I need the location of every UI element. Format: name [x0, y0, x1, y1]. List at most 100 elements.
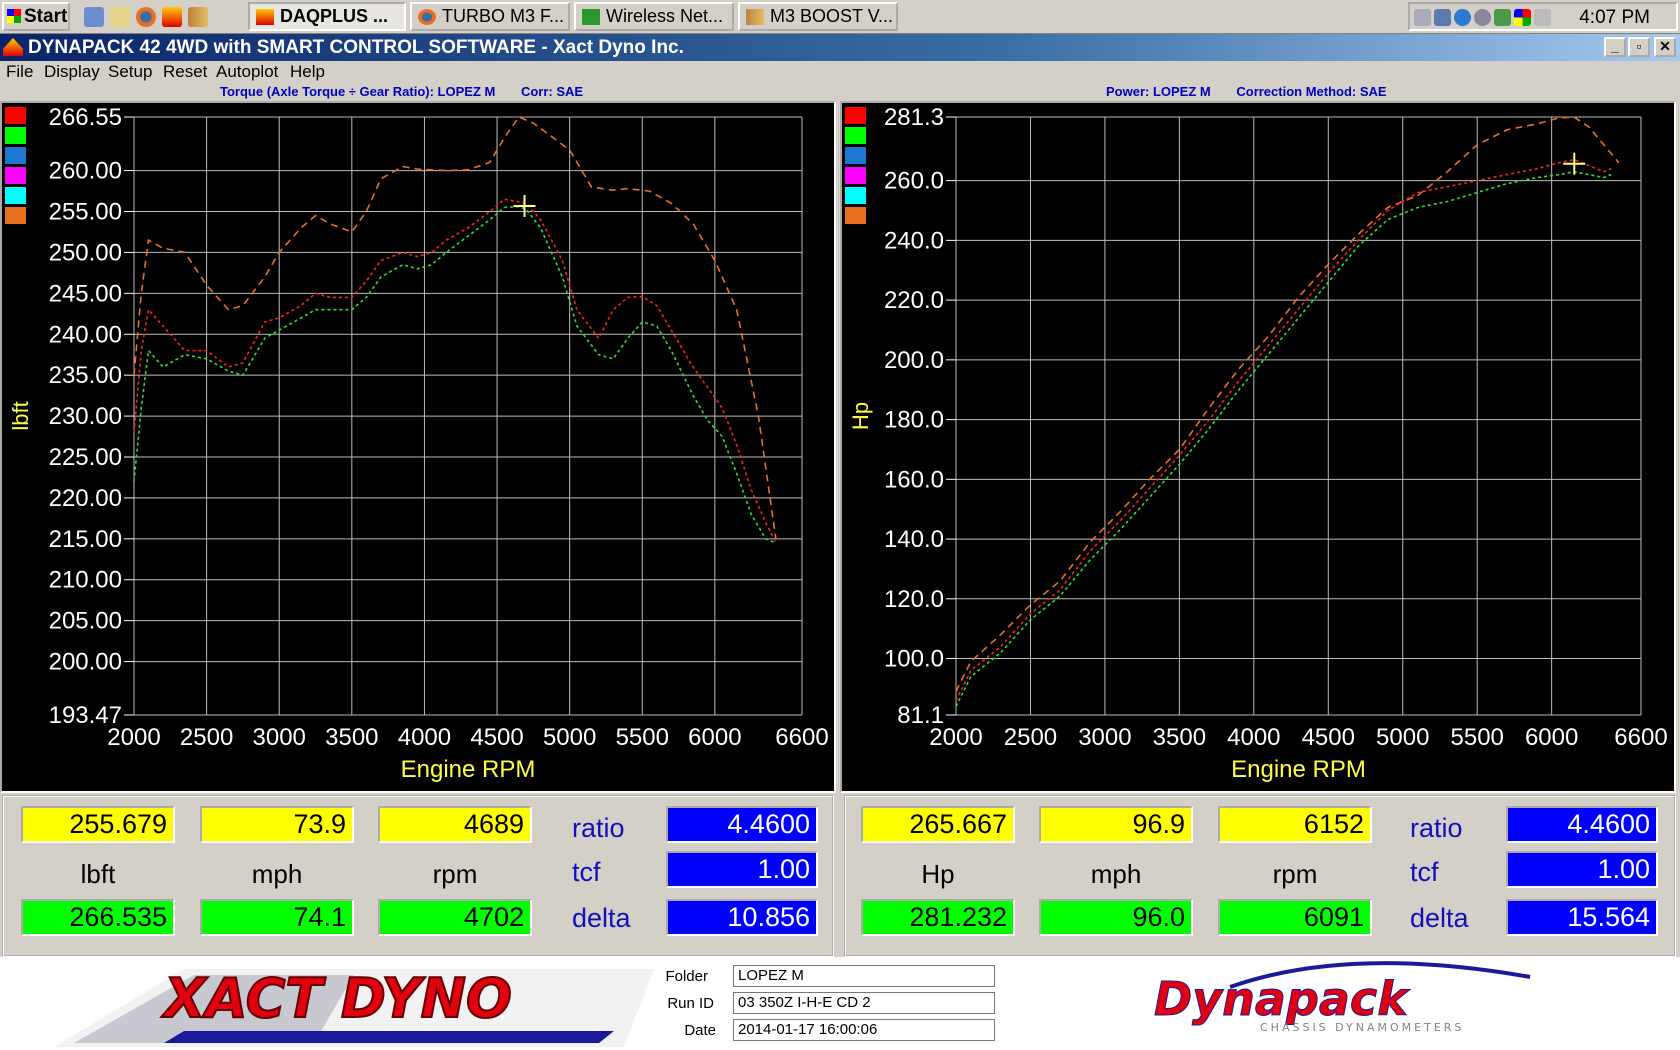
menu-help[interactable]: Help — [290, 62, 325, 82]
x-tick-label: 4000 — [1227, 724, 1280, 751]
current-rpm-value: 6152 — [1218, 806, 1372, 843]
x-axis-label: Engine RPM — [401, 756, 536, 783]
shield-icon[interactable] — [1494, 9, 1511, 26]
y-tick-label: 281.3 — [884, 104, 944, 131]
menu-autoplot[interactable]: Autoplot — [216, 62, 278, 82]
monitor-icon[interactable] — [1434, 9, 1451, 26]
show-desktop-icon[interactable] — [84, 7, 104, 27]
peak-rpm-value: 6091 — [1218, 899, 1372, 936]
x-tick-label: 6600 — [775, 724, 828, 751]
y-tick-label: 230.00 — [49, 403, 122, 430]
x-tick-label: 5500 — [1451, 724, 1504, 751]
peak-mph-value: 74.1 — [200, 899, 354, 936]
date-field[interactable]: 2014-01-17 16:00:06 — [733, 1019, 995, 1041]
power-chart-title: Power: LOPEZ M — [1106, 84, 1211, 99]
volume-icon[interactable] — [1534, 9, 1551, 26]
firefox-icon[interactable] — [136, 7, 156, 27]
taskbar: Start DAQPLUS ... TURBO M3 F... Wireless… — [0, 0, 1680, 34]
hp-unit-label: Hp — [921, 859, 955, 889]
tcf-label: tcf — [572, 857, 601, 887]
dyno-tool-icon[interactable] — [188, 7, 208, 27]
y-axis-label: Hp — [848, 402, 873, 430]
swatch-cyan[interactable] — [5, 187, 26, 204]
y-tick-label: 245.00 — [49, 280, 122, 307]
torque-unit-label: lbft — [80, 859, 116, 889]
mph-unit-label: mph — [1090, 859, 1142, 889]
flag-icon[interactable] — [1514, 9, 1531, 26]
rpm-unit-label: rpm — [1272, 859, 1318, 889]
printer-icon[interactable] — [1414, 9, 1431, 26]
series-line — [955, 116, 1620, 692]
x-tick-label: 3000 — [1078, 724, 1131, 751]
start-button[interactable]: Start — [2, 2, 70, 31]
taskbar-m3-boost[interactable]: M3 BOOST V... — [738, 2, 898, 31]
runid-field[interactable]: 03 350Z I-H-E CD 2 — [733, 992, 995, 1014]
swatch-red[interactable] — [5, 107, 26, 124]
y-tick-label: 260.00 — [49, 158, 122, 185]
y-tick-label: 200.0 — [884, 347, 944, 374]
swatch-red[interactable] — [845, 107, 866, 124]
y-tick-label: 160.0 — [884, 466, 944, 493]
x-tick-label: 2500 — [1004, 724, 1057, 751]
torque-chart-panel[interactable]: 2000 2500 3000 3500 4000 4500 5000 5500 6000 6600… — [0, 101, 836, 793]
network-icon[interactable] — [1454, 9, 1471, 26]
folder-field[interactable]: LOPEZ M — [733, 965, 995, 987]
swatch-blue[interactable] — [845, 147, 866, 164]
menu-setup[interactable]: Setup — [108, 62, 152, 82]
swatch-orange[interactable] — [845, 207, 866, 224]
daqplus-icon[interactable] — [162, 7, 182, 27]
y-tick-label: 210.00 — [49, 567, 122, 594]
peak-rpm-value: 4702 — [378, 899, 532, 936]
x-tick-label: 5000 — [1376, 724, 1429, 751]
y-tick-label: 220.00 — [49, 485, 122, 512]
peak-hp-value: 281.232 — [861, 899, 1015, 936]
x-tick-label: 4500 — [1302, 724, 1355, 751]
maximize-button[interactable]: ▫ — [1628, 37, 1650, 57]
power-chart-panel[interactable]: 2000 2500 3000 3500 4000 4500 5000 5500 6000 6600… — [840, 101, 1676, 793]
taskbar-turbo-m3[interactable]: TURBO M3 F... — [410, 2, 570, 31]
swatch-magenta[interactable] — [5, 167, 26, 184]
swatch-magenta[interactable] — [845, 167, 866, 184]
swatch-orange[interactable] — [5, 207, 26, 224]
torque-readout-panel: 255.679 73.9 4689 lbft mph rpm 266.535 7… — [2, 795, 834, 957]
menu-display[interactable]: Display — [44, 62, 100, 82]
taskbar-wireless-network[interactable]: Wireless Net... — [574, 2, 734, 31]
series-line — [133, 198, 777, 544]
menu-bar: File Display Setup Reset Autoplot Help — [0, 61, 1680, 84]
swatch-green[interactable] — [845, 127, 866, 144]
search-icon[interactable] — [1474, 9, 1491, 26]
swatch-blue[interactable] — [5, 147, 26, 164]
menu-reset[interactable]: Reset — [163, 62, 207, 82]
taskbar-daqplus[interactable]: DAQPLUS ... — [248, 2, 406, 31]
y-tick-label: 193.47 — [49, 702, 122, 729]
quick-launch-icon[interactable] — [110, 7, 130, 27]
tcf-value: 1.00 — [666, 851, 818, 888]
wireless-icon — [582, 9, 600, 25]
current-torque-value: 255.679 — [21, 806, 175, 843]
delta-value: 10.856 — [666, 899, 818, 936]
power-chart: 2000 2500 3000 3500 4000 4500 5000 5500 6000 6600… — [848, 104, 1668, 783]
swatch-green[interactable] — [5, 127, 26, 144]
ratio-value: 4.4600 — [666, 806, 818, 843]
mph-unit-label: mph — [251, 859, 303, 889]
power-readout-panel: 265.667 96.9 6152 Hp mph rpm 281.232 96.… — [844, 795, 1676, 957]
x-tick-label: 5500 — [616, 724, 669, 751]
menu-file[interactable]: File — [6, 62, 33, 82]
power-chart-header: Power: LOPEZ M Correction Method: SAE — [1106, 84, 1387, 100]
current-mph-value: 96.9 — [1039, 806, 1193, 843]
xact-dyno-logo: XACT DYNO — [54, 966, 654, 1047]
peak-mph-value: 96.0 — [1039, 899, 1193, 936]
minimize-button[interactable]: _ — [1604, 37, 1626, 57]
x-tick-label: 6000 — [1525, 724, 1578, 751]
y-tick-label: 100.0 — [884, 646, 944, 673]
swatch-cyan[interactable] — [845, 187, 866, 204]
rpm-unit-label: rpm — [432, 859, 478, 889]
y-tick-label: 81.1 — [897, 702, 944, 729]
runid-label: Run ID — [667, 995, 714, 1012]
ratio-value: 4.4600 — [1506, 806, 1658, 843]
close-button[interactable]: ✕ — [1654, 37, 1676, 57]
window-title: DYNAPACK 42 4WD with SMART CONTROL SOFTW… — [28, 37, 684, 58]
y-tick-label: 240.00 — [49, 321, 122, 348]
x-tick-label: 3500 — [1153, 724, 1206, 751]
y-tick-label: 140.0 — [884, 526, 944, 553]
